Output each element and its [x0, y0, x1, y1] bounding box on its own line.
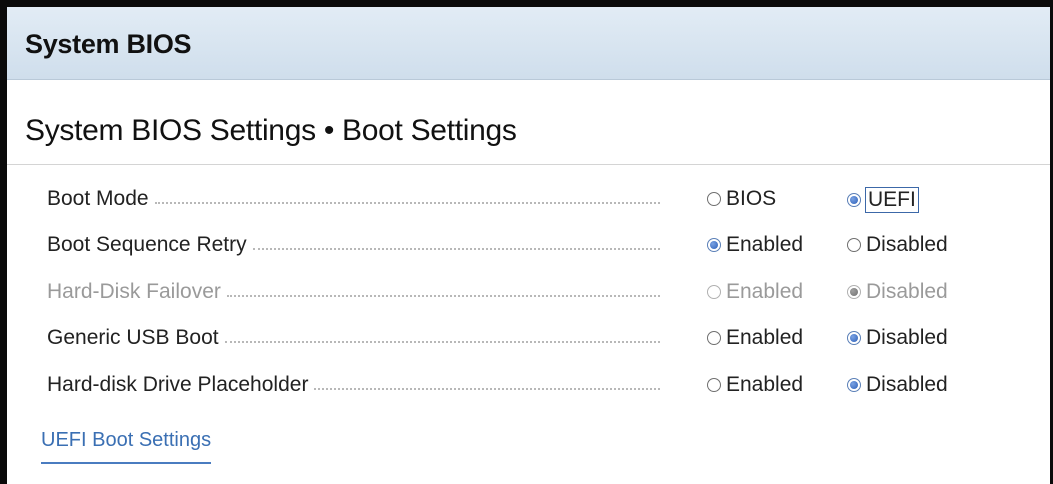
radio-icon[interactable]	[847, 331, 861, 345]
setting-label: Generic USB Boot	[47, 326, 219, 349]
setting-row-hard-disk-failover: Hard-Disk Failover Enabled Disabled	[7, 280, 1050, 320]
setting-label: Boot Sequence Retry	[47, 233, 247, 256]
option-label: Enabled	[726, 326, 804, 349]
setting-row-boot-mode: Boot Mode BIOS UEFI	[7, 187, 1050, 227]
dotted-leader	[314, 388, 660, 390]
radio-icon[interactable]	[707, 331, 721, 345]
bios-window: System BIOS System BIOS Settings • Boot …	[0, 0, 1053, 484]
dotted-leader	[227, 295, 660, 297]
radio-icon[interactable]	[707, 378, 721, 392]
page-title: System BIOS Settings • Boot Settings	[25, 114, 517, 147]
radio-option-disabled[interactable]: Disabled	[847, 326, 948, 350]
setting-row-generic-usb-boot: Generic USB Boot Enabled Disabled	[7, 326, 1050, 366]
dotted-leader	[225, 341, 660, 343]
option-label: Disabled	[866, 373, 948, 396]
setting-row-hard-disk-drive-placeholder: Hard-disk Drive Placeholder Enabled Disa…	[7, 373, 1050, 413]
radio-icon[interactable]	[707, 192, 721, 206]
setting-row-boot-sequence-retry: Boot Sequence Retry Enabled Disabled	[7, 233, 1050, 273]
title-divider	[7, 164, 1050, 165]
radio-option-disabled: Disabled	[847, 280, 948, 304]
radio-option-bios[interactable]: BIOS	[707, 187, 776, 211]
radio-option-enabled[interactable]: Enabled	[707, 373, 803, 397]
option-label: Enabled	[726, 373, 804, 396]
setting-label: Hard-disk Drive Placeholder	[47, 373, 309, 396]
radio-option-disabled[interactable]: Disabled	[847, 233, 948, 257]
dotted-leader	[155, 202, 660, 204]
option-label: Disabled	[866, 326, 948, 349]
radio-icon	[707, 285, 721, 299]
setting-label: Boot Mode	[47, 187, 149, 210]
radio-option-enabled[interactable]: Enabled	[707, 326, 803, 350]
radio-option-uefi[interactable]: UEFI	[847, 187, 919, 213]
option-label: Enabled	[726, 233, 804, 256]
radio-icon[interactable]	[847, 378, 861, 392]
uefi-boot-settings-link[interactable]: UEFI Boot Settings	[41, 429, 212, 464]
radio-option-disabled[interactable]: Disabled	[847, 373, 948, 397]
header-title: System BIOS	[25, 29, 192, 59]
radio-option-enabled: Enabled	[707, 280, 803, 304]
radio-icon	[847, 285, 861, 299]
dotted-leader	[253, 248, 660, 250]
option-label: Enabled	[726, 280, 804, 303]
option-label: BIOS	[726, 187, 777, 210]
radio-icon[interactable]	[847, 238, 861, 252]
header-bar: System BIOS	[7, 7, 1050, 80]
option-label: UEFI	[865, 187, 919, 213]
radio-icon[interactable]	[847, 193, 861, 207]
radio-icon[interactable]	[707, 238, 721, 252]
option-label: Disabled	[866, 233, 948, 256]
option-label: Disabled	[866, 280, 948, 303]
setting-label: Hard-Disk Failover	[47, 280, 221, 303]
radio-option-enabled[interactable]: Enabled	[707, 233, 803, 257]
